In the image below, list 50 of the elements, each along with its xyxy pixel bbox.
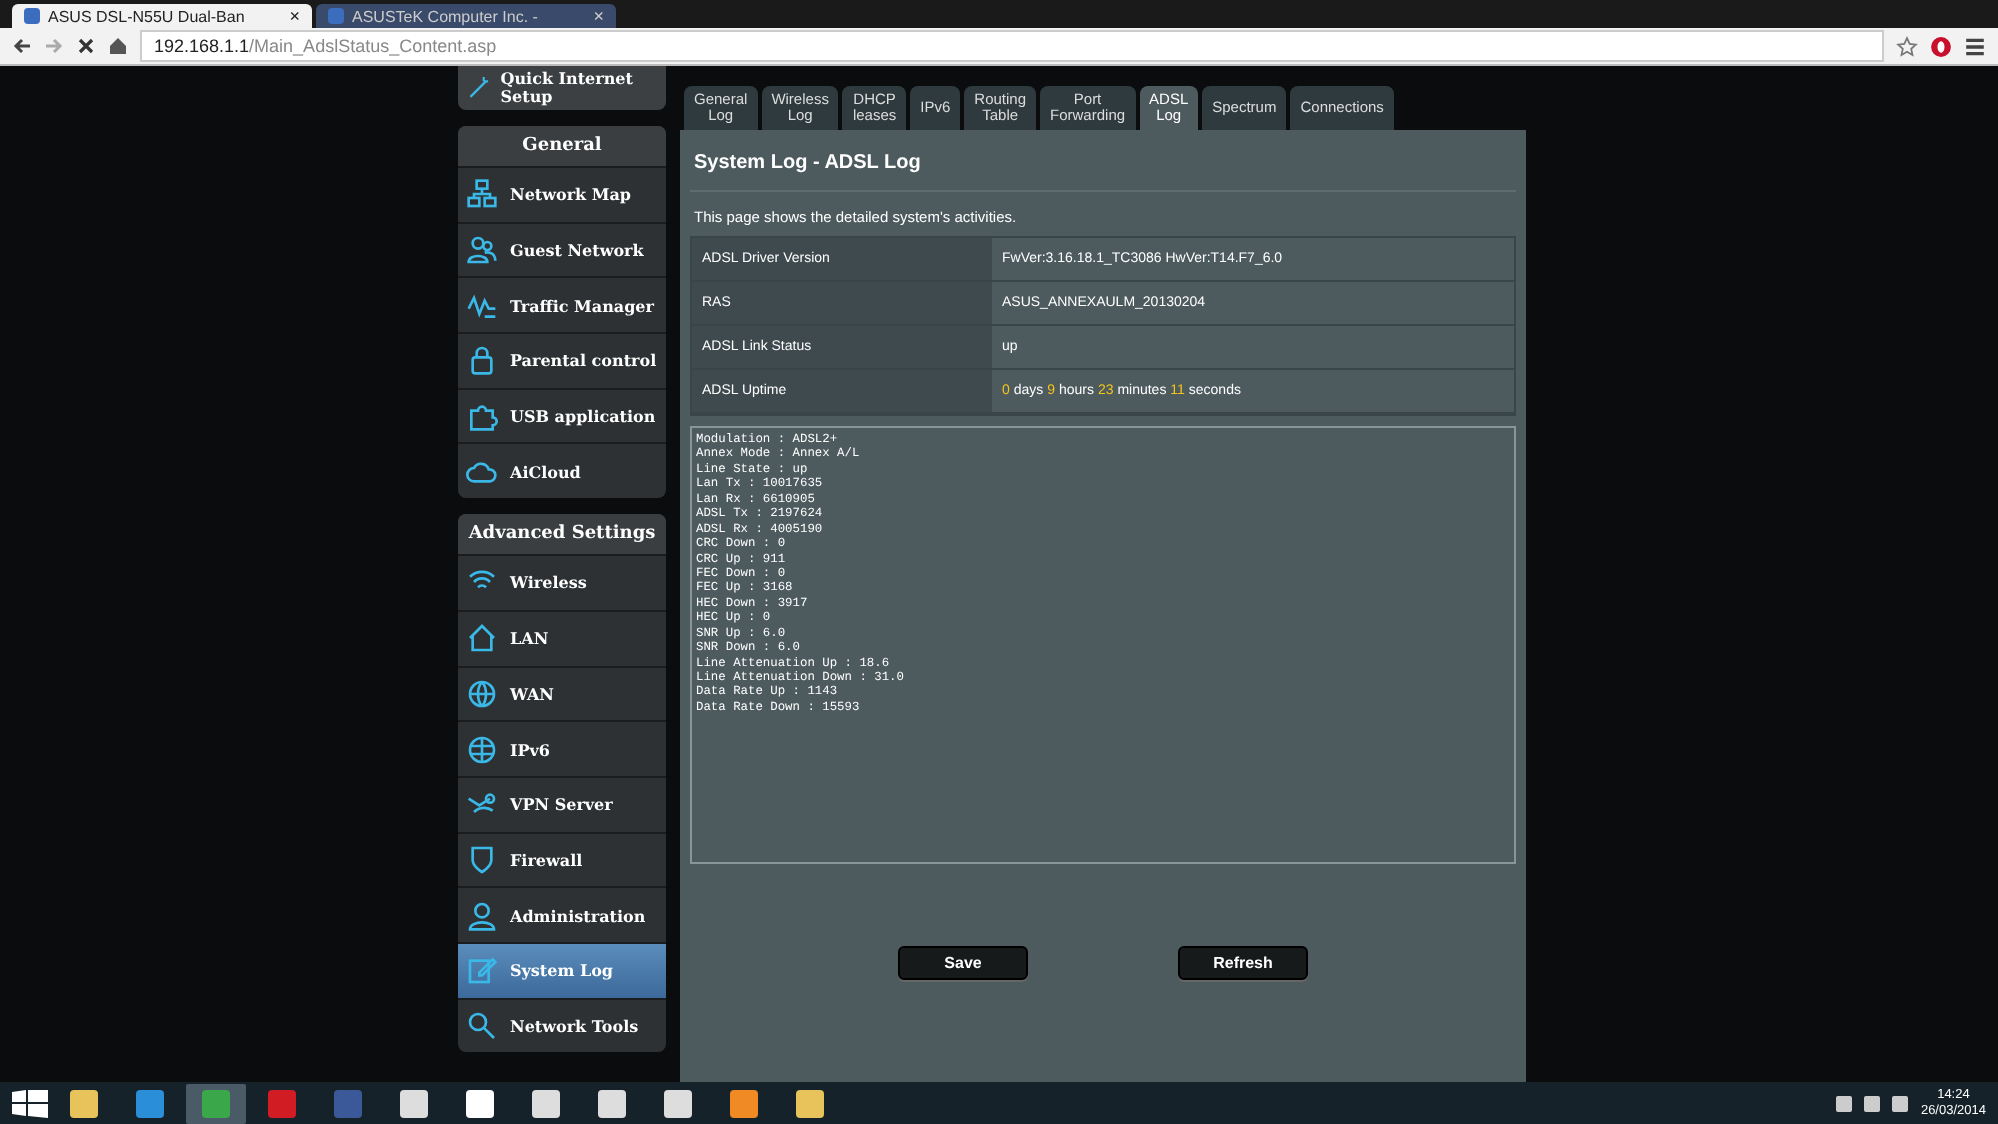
menu-item[interactable]: System Log: [458, 941, 666, 998]
menu-item[interactable]: IPv6: [458, 720, 666, 776]
home-icon[interactable]: [108, 36, 128, 56]
refresh-button[interactable]: Refresh: [1178, 946, 1308, 980]
windows-icon[interactable]: [12, 1090, 48, 1118]
menu-icon[interactable]: [1964, 35, 1986, 57]
menu-item[interactable]: Guest Network: [458, 221, 666, 277]
menu-section-header: General: [458, 126, 666, 166]
browser-tab[interactable]: ASUS DSL-N55U Dual-Ban ×: [12, 4, 312, 28]
menu-item[interactable]: VPN Server: [458, 775, 666, 832]
people-icon: [466, 234, 498, 267]
app-icon: [334, 1090, 362, 1118]
stop-icon[interactable]: [76, 36, 96, 56]
app-icon: [664, 1090, 692, 1118]
menu-item[interactable]: Firewall: [458, 831, 666, 887]
menu-item[interactable]: USB application: [458, 387, 666, 443]
menu-item[interactable]: Parental control: [458, 332, 666, 388]
save-button[interactable]: Save: [898, 946, 1028, 980]
favicon-icon: [24, 8, 40, 24]
page-title: System Log - ADSL Log: [690, 130, 1516, 192]
app-icon: [400, 1090, 428, 1118]
menu-item[interactable]: Network Map: [458, 166, 666, 222]
globe-icon: [466, 733, 498, 766]
quick-setup-item[interactable]: Quick Internet Setup: [458, 66, 666, 110]
menu-item[interactable]: LAN: [458, 609, 666, 665]
menu-item[interactable]: WAN: [458, 665, 666, 721]
address-field[interactable]: 192.168.1.1/Main_AdslStatus_Content.asp: [140, 30, 1884, 62]
menu-item[interactable]: Traffic Manager: [458, 276, 666, 333]
person-icon: [466, 899, 498, 932]
favicon-icon: [328, 8, 344, 24]
menu-item[interactable]: Network Tools: [458, 997, 666, 1053]
app-icon: [598, 1090, 626, 1118]
opera-icon[interactable]: [1930, 35, 1952, 57]
app-icon: [532, 1090, 560, 1118]
pencil-icon: [466, 954, 498, 987]
app-icon: [466, 1090, 494, 1118]
lock-icon: [466, 344, 498, 377]
star-icon[interactable]: [1896, 35, 1918, 57]
close-tab-button[interactable]: ×: [289, 6, 300, 26]
back-icon[interactable]: [12, 36, 32, 56]
shield-icon: [466, 843, 498, 876]
menu-section-header: Advanced Settings: [458, 514, 666, 555]
close-tab-button[interactable]: ×: [593, 6, 604, 26]
menu-item[interactable]: AiCloud: [458, 442, 666, 499]
browser-tab[interactable]: ASUSTeK Computer Inc. - ×: [316, 4, 616, 28]
house-icon: [466, 622, 498, 655]
puzzle-icon: [466, 400, 498, 433]
menu-item[interactable]: Wireless: [458, 554, 666, 610]
globe-icon: [466, 677, 498, 710]
chart-icon: [466, 289, 498, 322]
